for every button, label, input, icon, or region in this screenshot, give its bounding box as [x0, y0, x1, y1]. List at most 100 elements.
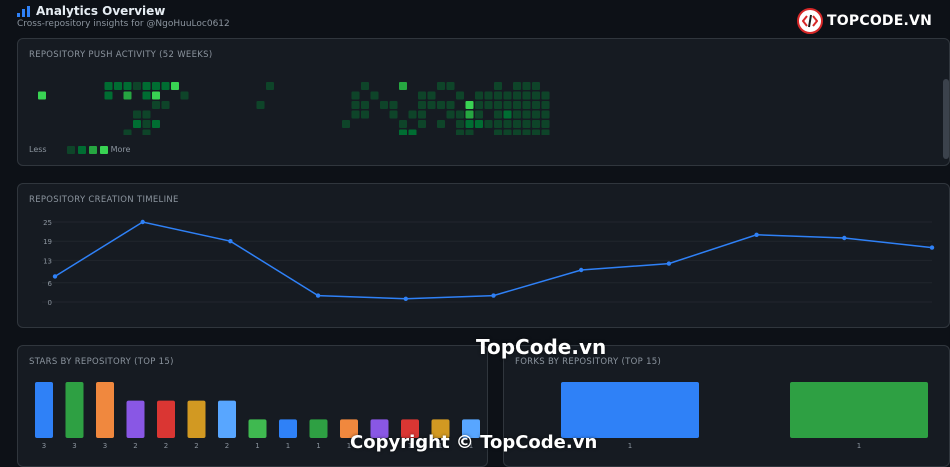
heatmap-cell [541, 101, 550, 109]
bar-label: 1 [438, 442, 442, 450]
bar [370, 419, 389, 438]
bar [126, 400, 145, 438]
heatmap-cell [133, 82, 141, 90]
heatmap-cell [408, 129, 417, 135]
bar [431, 419, 450, 438]
legend-more-label: More [110, 145, 131, 154]
heatmap-cell [399, 129, 407, 135]
bar-label: 1 [377, 442, 381, 450]
legend-swatch-2 [77, 145, 86, 154]
heatmap-cell [142, 82, 151, 90]
heatmap-cell [133, 110, 141, 119]
heatmap-cell [503, 101, 512, 109]
heatmap-cell [465, 101, 474, 109]
timeline-point [52, 274, 58, 279]
bar-label: 2 [225, 442, 229, 450]
page-scrollbar-thumb[interactable] [943, 79, 949, 159]
y-tick-label: 19 [43, 238, 52, 246]
y-tick-label: 13 [43, 257, 52, 265]
timeline-point [491, 293, 496, 298]
heatmap-cell [427, 91, 436, 100]
bar-label: 1 [255, 442, 259, 450]
heatmap-cell [418, 101, 426, 109]
bar [65, 382, 84, 438]
page-title: Analytics Overview [36, 4, 166, 18]
heatmap-cell [475, 91, 483, 100]
bar [340, 419, 358, 438]
legend-swatch-1 [66, 145, 75, 154]
heatmap-cell [513, 110, 521, 119]
bar [790, 382, 928, 438]
heatmap-cell [503, 91, 512, 100]
heatmap-cell [503, 110, 512, 119]
heatmap-cell [380, 101, 388, 109]
title-row: Analytics Overview [17, 4, 165, 18]
heatmap-cell [532, 120, 540, 128]
heatmap-cell [503, 129, 512, 135]
timeline-point [403, 296, 408, 301]
heatmap-cell [104, 91, 113, 100]
heatmap-cell [465, 129, 474, 135]
heatmap-cell [351, 110, 360, 119]
heatmap-cell [142, 110, 151, 119]
page-subtitle: Cross-repository insights for @NgoHuuLoc… [17, 19, 230, 29]
heatmap-cell [513, 129, 521, 135]
heatmap-cell [418, 91, 426, 100]
bar [187, 400, 206, 438]
heatmap-cell [161, 82, 170, 90]
bar-label: 3 [103, 442, 107, 450]
push-activity-card: REPOSITORY PUSH ACTIVITY (52 WEEKS) Less… [17, 38, 950, 166]
heatmap-cell [399, 120, 407, 128]
y-tick-label: 6 [48, 280, 53, 288]
heatmap-cell [513, 82, 521, 90]
heatmap-cell [456, 110, 464, 119]
topcode-logo[interactable]: TOPCODE.VN [797, 8, 932, 34]
heatmap-cell [484, 120, 493, 128]
heatmap-cell [437, 101, 445, 109]
heatmap-cell [522, 110, 531, 119]
y-tick-label: 25 [43, 219, 52, 227]
bar [279, 419, 297, 438]
heatmap-cell [541, 129, 550, 135]
timeline-point [754, 232, 759, 237]
bar-label: 1 [316, 442, 320, 450]
heatmap-cell [437, 120, 445, 128]
heatmap-cell [418, 110, 426, 119]
timeline-point [579, 267, 584, 273]
heatmap-cell [522, 120, 531, 128]
bar-label: 1 [408, 442, 412, 450]
y-tick-label: 0 [48, 299, 52, 307]
heatmap-cell [522, 91, 531, 100]
heatmap-cell [408, 110, 417, 119]
heatmap-cell [180, 91, 189, 100]
heatmap-cell [532, 101, 540, 109]
heatmap-cell [361, 101, 369, 109]
bar-label: 3 [42, 442, 46, 450]
heatmap-cell [532, 91, 540, 100]
heatmap-cell [152, 101, 160, 109]
heatmap-cell [494, 82, 502, 90]
heatmap-cell [494, 129, 502, 135]
bar-label: 1 [469, 442, 473, 450]
heatmap-cell [142, 129, 151, 135]
heatmap-cell [456, 129, 464, 135]
heatmap-cell [361, 82, 369, 90]
heatmap-cell [522, 82, 531, 90]
heatmap-cell [114, 82, 122, 90]
heatmap-cell [38, 91, 46, 100]
heatmap-cell [142, 91, 151, 100]
heatmap-cell [446, 82, 455, 90]
heatmap-cell [142, 120, 151, 128]
heatmap-cell [256, 101, 265, 109]
heatmap-cell [351, 101, 360, 109]
heatmap-cell [133, 120, 141, 128]
bar [157, 400, 175, 438]
heatmap-cell [475, 120, 483, 128]
heatmap-cell [456, 91, 464, 100]
bar-label: 1 [628, 442, 632, 450]
heatmap-cell [389, 110, 398, 119]
heatmap-cell [123, 91, 132, 100]
heatmap-cell [522, 101, 531, 109]
heatmap-cell [418, 120, 426, 128]
bar [309, 419, 328, 438]
